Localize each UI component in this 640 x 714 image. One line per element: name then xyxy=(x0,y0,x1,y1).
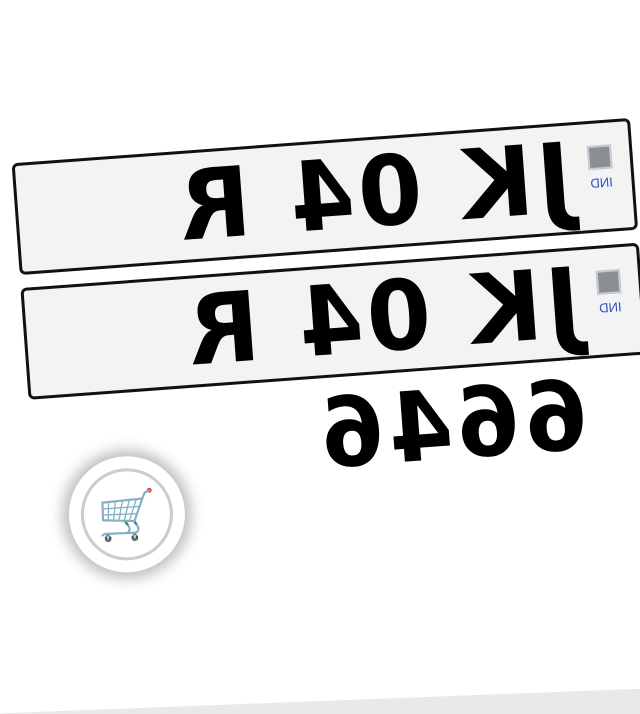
page-header: artsnprints.com | IND Number Plate xyxy=(0,0,606,14)
shopping-cart-icon: 🛒 xyxy=(79,466,175,563)
country-badge: IND xyxy=(588,269,631,317)
hologram-icon xyxy=(586,144,613,171)
country-badge: IND xyxy=(579,144,622,192)
page: artsnprints.com | IND Number Plate IND J… xyxy=(0,0,640,714)
hologram-icon xyxy=(595,269,622,295)
country-code: IND xyxy=(598,299,623,316)
country-code: IND xyxy=(589,174,614,191)
